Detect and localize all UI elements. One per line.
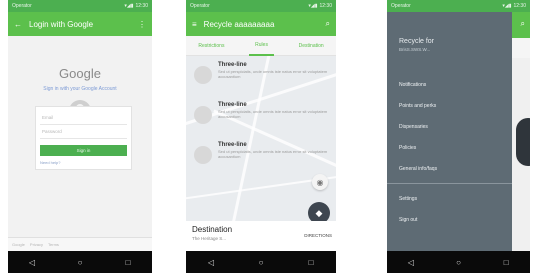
back-arrow-icon[interactable]: ← <box>14 20 22 29</box>
map-view[interactable]: Three-line Sed ut perspiciatis, unde omn… <box>186 56 336 221</box>
search-icon: ⌕ <box>520 19 525 28</box>
drawer-title: Recycle for <box>399 38 435 45</box>
list-item-body: Sed ut perspiciatis, unde omnis iste nat… <box>218 69 328 79</box>
clock: 12:30 <box>513 3 526 9</box>
password-field[interactable]: Password <box>40 125 127 139</box>
system-nav-bar: ◁ ○ □ <box>186 251 336 273</box>
login-footer: Google Privacy Terms <box>8 237 152 251</box>
signin-subtitle: Sign in with your Google Account <box>43 86 117 92</box>
search-icon[interactable]: ⌕ <box>326 19 330 29</box>
recycle-screen: Operator ▾◢▮ 12:30 ≡ Recycle aaaaaaaaa ⌕ … <box>186 0 336 273</box>
menu-item-notifications[interactable]: Notifications <box>387 74 512 95</box>
home-nav-icon[interactable]: ○ <box>249 258 273 267</box>
back-nav-icon[interactable]: ◁ <box>199 258 223 267</box>
background-tabs <box>512 38 530 58</box>
background-fab <box>516 118 530 166</box>
list-item-body: Sed ut perspiciatis, unde omnis iste nat… <box>218 109 328 119</box>
back-nav-icon[interactable]: ◁ <box>20 258 44 267</box>
list-item[interactable]: Three-line Sed ut perspiciatis, unde omn… <box>186 62 336 104</box>
drawer-menu: Notifications Points and perks Dispensar… <box>387 74 512 230</box>
carrier-label: Operator <box>12 3 32 9</box>
signin-button[interactable]: Sign in <box>40 145 127 156</box>
carrier-label: Operator <box>190 3 210 9</box>
menu-item-settings[interactable]: Settings <box>387 188 512 209</box>
login-screen: Operator ▾◢▮ 12:30 ← Login with Google ⋮ … <box>8 0 152 273</box>
divider <box>387 183 512 184</box>
my-location-button[interactable]: ◉ <box>312 174 328 190</box>
login-body: Google Sign in with your Google Account … <box>8 36 152 251</box>
status-bar: Operator ▾◢▮ 12:30 <box>387 0 530 12</box>
list-item[interactable]: Three-line Sed ut perspiciatis, unde omn… <box>186 102 336 144</box>
more-vert-icon[interactable]: ⋮ <box>138 20 146 29</box>
menu-item-points[interactable]: Points and perks <box>387 95 512 116</box>
tab-rules[interactable]: Rules <box>249 36 274 56</box>
tab-destination[interactable]: Destination <box>299 43 324 49</box>
directions-icon: ◆ <box>315 207 323 218</box>
signin-card: Email Password Sign in Need help? <box>35 106 132 170</box>
menu-item-general-info[interactable]: General info/faqs <box>387 158 512 179</box>
list-item-title: Three-line <box>218 102 247 108</box>
menu-item-dispensaries[interactable]: Dispensaries <box>387 116 512 137</box>
list-item-title: Three-line <box>218 142 247 148</box>
drawer-header: Recycle for BrisS.SWS.W... <box>387 12 512 58</box>
app-bar: ≡ Recycle aaaaaaaaa ⌕ <box>186 12 336 36</box>
recents-nav-icon[interactable]: □ <box>299 258 323 267</box>
destination-panel: Destination The Heritage S... DIRECTIONS <box>186 221 336 251</box>
recents-nav-icon[interactable]: □ <box>494 258 518 267</box>
menu-item-policies[interactable]: Policies <box>387 137 512 158</box>
home-nav-icon[interactable]: ○ <box>446 258 470 267</box>
signal-icon: ▾◢▮ <box>124 3 134 9</box>
list-item-body: Sed ut perspiciatis, unde omnis iste nat… <box>218 149 328 159</box>
status-bar: Operator ▾◢▮ 12:30 <box>8 0 152 12</box>
list-item-title: Three-line <box>218 62 247 68</box>
footer-link[interactable]: Privacy <box>30 242 43 247</box>
page-title: Login with Google <box>29 19 94 29</box>
page-title: Recycle aaaaaaaaa <box>203 19 275 29</box>
directions-fab[interactable]: ◆ <box>308 202 330 221</box>
home-nav-icon[interactable]: ○ <box>68 258 92 267</box>
signal-icon: ▾◢▮ <box>308 3 318 9</box>
location-icon: ◉ <box>316 177 324 187</box>
directions-button[interactable]: DIRECTIONS <box>304 233 332 238</box>
list-avatar <box>194 146 212 164</box>
footer-link[interactable]: Terms <box>48 242 59 247</box>
back-nav-icon[interactable]: ◁ <box>399 258 423 267</box>
status-bar: Operator ▾◢▮ 12:30 <box>186 0 336 12</box>
app-bar: ← Login with Google ⋮ <box>8 12 152 36</box>
google-logo: Google <box>59 66 101 81</box>
system-nav-bar: ◁ ○ □ <box>8 251 152 273</box>
signal-icon: ▾◢▮ <box>502 3 512 9</box>
recents-nav-icon[interactable]: □ <box>116 258 140 267</box>
carrier-label: Operator <box>391 3 411 9</box>
menu-item-sign-out[interactable]: Sign out <box>387 209 512 230</box>
hamburger-icon[interactable]: ≡ <box>192 20 197 29</box>
navigation-drawer: Recycle for BrisS.SWS.W... Notifications… <box>387 12 512 251</box>
email-field[interactable]: Email <box>40 111 127 125</box>
list-avatar <box>194 106 212 124</box>
drawer-screen: Operator ▾◢▮ 12:30 ⌕ Recycle for BrisS.SW… <box>387 0 530 273</box>
footer-link[interactable]: Google <box>12 242 25 247</box>
need-help-link[interactable]: Need help? <box>40 160 127 165</box>
drawer-subtitle: BrisS.SWS.W... <box>399 47 431 52</box>
clock: 12:30 <box>319 3 332 9</box>
system-nav-bar: ◁ ○ □ <box>387 251 530 273</box>
tab-restrictions[interactable]: Restrictions <box>198 43 224 49</box>
clock: 12:30 <box>135 3 148 9</box>
tab-bar: Restrictions Rules Destination <box>186 36 336 56</box>
list-avatar <box>194 66 212 84</box>
